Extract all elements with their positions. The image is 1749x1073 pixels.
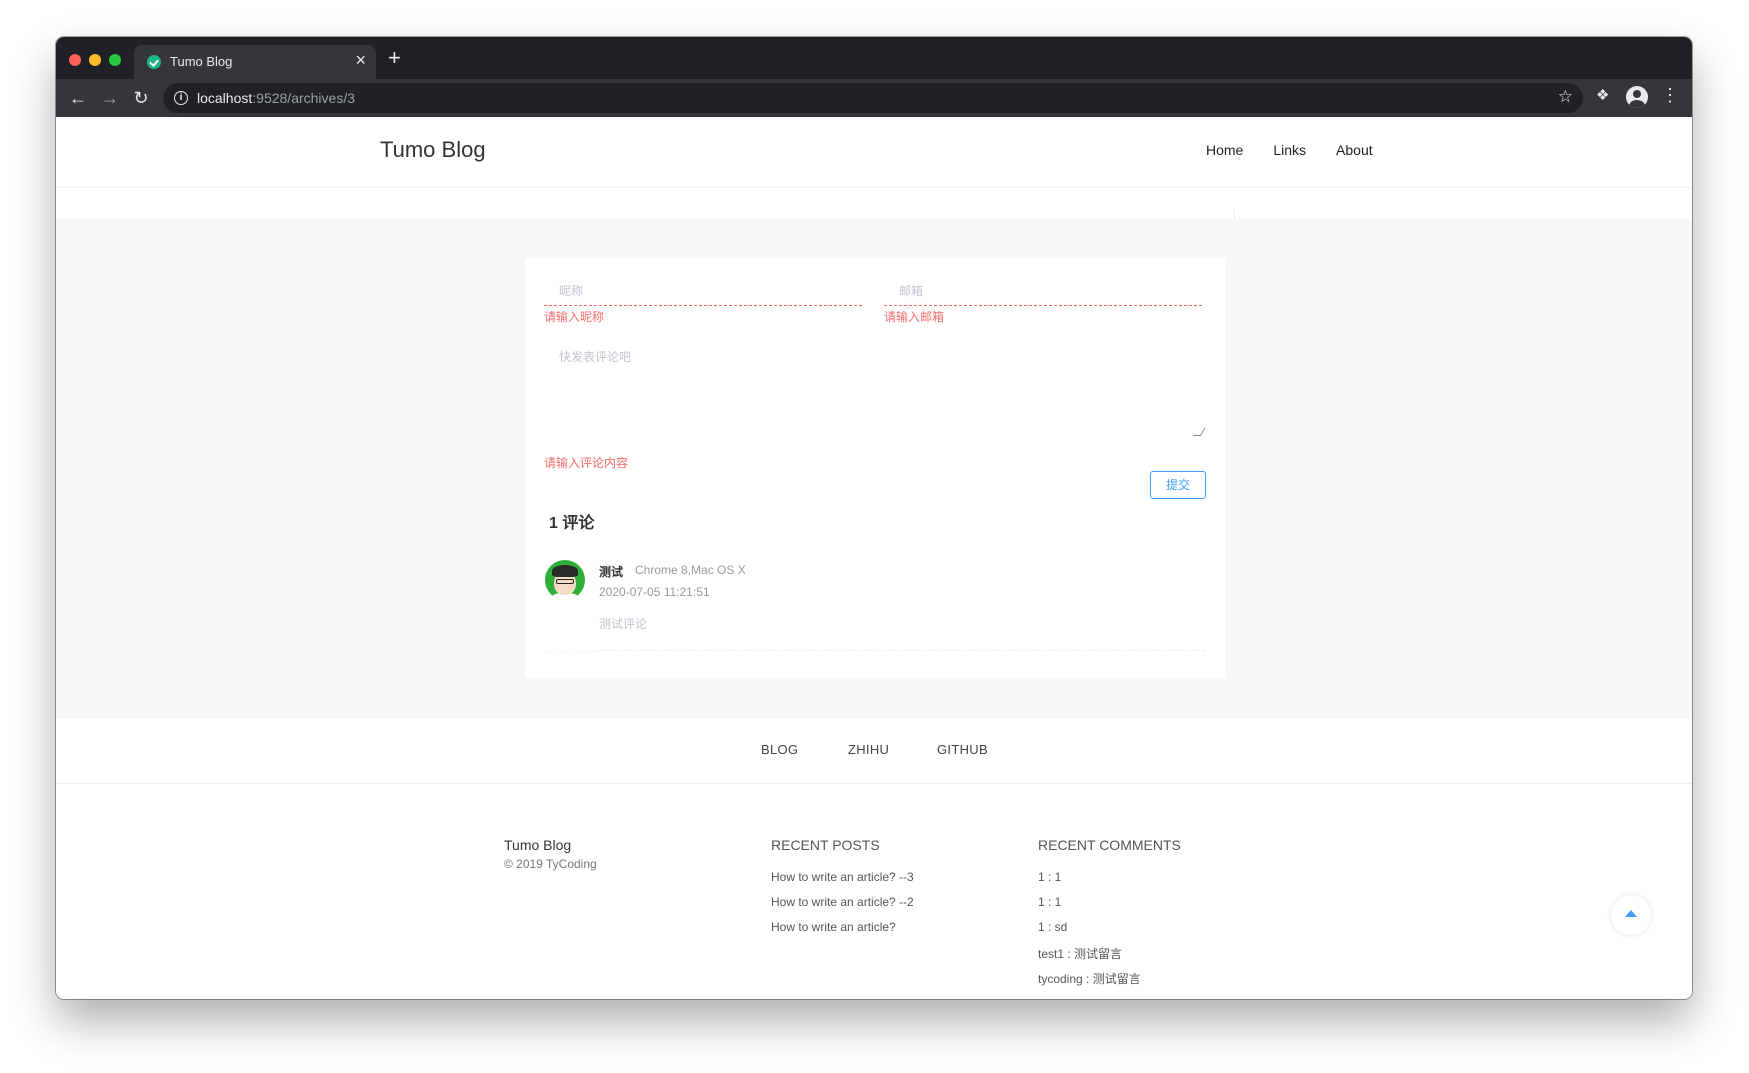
main-nav: Home Links About <box>1206 142 1373 158</box>
extensions-icon[interactable]: ❖ <box>1596 88 1612 104</box>
copyright: © 2019 TyCoding <box>504 857 597 871</box>
recent-comment-link[interactable]: test1 : 测试留言 <box>1038 945 1181 970</box>
comment-content: 测试评论 <box>599 617 648 631</box>
forward-arrow-icon[interactable]: → <box>96 84 124 112</box>
divider <box>544 651 599 652</box>
recent-comment-link[interactable]: 1 : sd <box>1038 920 1181 945</box>
menu-icon[interactable]: ⋮ <box>1661 85 1679 106</box>
email-field <box>884 278 1202 306</box>
footer-brand: Tumo Blog © 2019 TyCoding <box>504 837 597 871</box>
recent-posts: RECENT POSTS How to write an article? --… <box>771 837 914 945</box>
footer-link-blog[interactable]: BLOG <box>761 742 798 757</box>
comment-author: 测试 <box>599 565 624 579</box>
content-error: 请输入评论内容 <box>544 456 629 470</box>
recent-comment-link[interactable]: tycoding : 测试留言 <box>1038 970 1181 995</box>
favicon-icon <box>147 55 161 69</box>
recent-comment-link[interactable]: 1 : 1 <box>1038 870 1181 895</box>
footer-brand-title: Tumo Blog <box>504 837 572 853</box>
recent-post-link[interactable]: How to write an article? --3 <box>771 870 914 895</box>
new-tab-button[interactable]: + <box>388 45 401 71</box>
minimize-window-button[interactable] <box>89 54 101 66</box>
divider <box>599 650 1205 651</box>
tab-close-icon[interactable]: × <box>355 50 366 71</box>
back-arrow-icon[interactable]: ← <box>64 84 92 112</box>
site-header: Tumo Blog Home Links About <box>56 117 1692 188</box>
maximize-window-button[interactable] <box>109 54 121 66</box>
info-icon[interactable]: i <box>174 91 188 105</box>
avatar <box>545 560 585 600</box>
url-path: :9528/archives/3 <box>252 90 355 106</box>
recent-posts-title: RECENT POSTS <box>771 837 880 853</box>
back-to-top-button[interactable] <box>1611 895 1651 935</box>
browser-window: Tumo Blog × + ← → ↻ i localhost:9528/arc… <box>56 37 1692 999</box>
nav-about[interactable]: About <box>1336 142 1373 158</box>
comment-card: 请输入昵称 请输入邮箱 请输入评论内容 提交 1 评论 测试 Chrome 8,… <box>525 258 1225 678</box>
nickname-input[interactable] <box>544 278 862 304</box>
reload-icon[interactable]: ↻ <box>127 84 155 112</box>
recent-comment-link[interactable]: 1 : 1 <box>1038 895 1181 920</box>
close-window-button[interactable] <box>69 54 81 66</box>
comment-textarea[interactable] <box>544 336 1205 437</box>
divider <box>1234 209 1235 219</box>
comment-time: 2020-07-05 11:21:51 <box>599 585 710 599</box>
submit-button[interactable]: 提交 <box>1150 471 1206 499</box>
address-bar[interactable]: i localhost:9528/archives/3 ☆ <box>163 83 1583 113</box>
tab-bar: Tumo Blog × + <box>56 37 1692 79</box>
footer-link-zhihu[interactable]: ZHIHU <box>848 742 889 757</box>
nav-home[interactable]: Home <box>1206 142 1243 158</box>
profile-icon[interactable] <box>1626 86 1648 108</box>
email-input[interactable] <box>884 278 1202 304</box>
site-title[interactable]: Tumo Blog <box>380 137 486 163</box>
browser-toolbar: ← → ↻ i localhost:9528/archives/3 ☆ ❖ ⋮ <box>56 79 1692 117</box>
url-text[interactable]: localhost:9528/archives/3 <box>197 90 355 106</box>
star-icon[interactable]: ☆ <box>1558 87 1573 107</box>
nickname-error: 请输入昵称 <box>544 310 605 324</box>
tab-title: Tumo Blog <box>170 54 233 69</box>
recent-post-link[interactable]: How to write an article? <box>771 920 914 945</box>
comment-user-agent: Chrome 8,Mac OS X <box>635 563 746 577</box>
recent-post-link[interactable]: How to write an article? --2 <box>771 895 914 920</box>
footer-links: BLOG ZHIHU GITHUB <box>56 719 1692 784</box>
comments-count-title: 1 评论 <box>549 515 595 532</box>
recent-comments: RECENT COMMENTS 1 : 1 1 : 1 1 : sd test1… <box>1038 837 1181 995</box>
nickname-field <box>544 278 862 306</box>
page-viewport: Tumo Blog Home Links About 请输入昵称 请输入邮箱 请… <box>56 117 1692 999</box>
nav-links[interactable]: Links <box>1273 142 1306 158</box>
recent-comments-title: RECENT COMMENTS <box>1038 837 1181 853</box>
footer-link-github[interactable]: GITHUB <box>937 742 988 757</box>
email-error: 请输入邮箱 <box>884 310 945 324</box>
url-host: localhost <box>197 90 253 106</box>
browser-tab[interactable]: Tumo Blog × <box>134 45 376 79</box>
